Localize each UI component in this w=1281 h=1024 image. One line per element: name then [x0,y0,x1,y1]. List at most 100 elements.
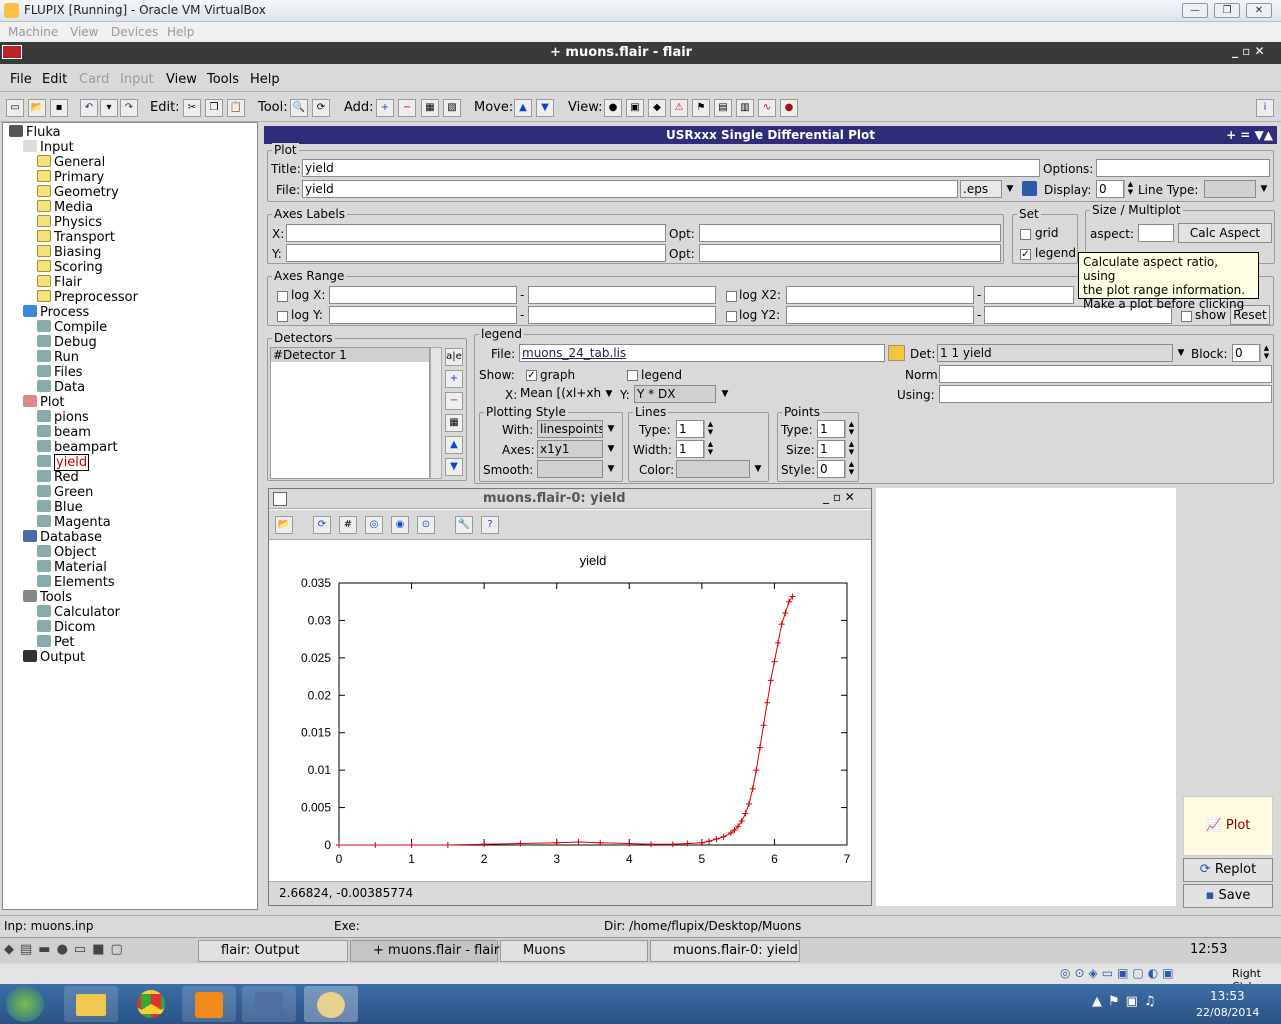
menu-view[interactable]: View [166,72,197,87]
with-dropdown-icon[interactable]: ▼ [604,420,618,438]
virtualbox-taskbar-icon[interactable] [242,986,296,1022]
save-button[interactable]: ▪ Save [1183,884,1273,908]
ylabel-input[interactable] [286,244,666,262]
host-menu-machine[interactable]: Machine [8,25,58,39]
zoom-fit-icon[interactable]: ⊙ [417,516,435,534]
save-icon[interactable]: ▪ [50,99,68,117]
y-expr-dropdown-icon[interactable]: ▼ [718,385,732,403]
point-size-spinner[interactable]: ▲ ▼ [845,440,857,458]
using-input[interactable] [939,385,1272,403]
undo-icon[interactable]: ↶ [80,99,98,117]
options-input[interactable] [1096,159,1270,177]
y-expr-select[interactable]: Y * DX [634,385,716,403]
undo-list-icon[interactable]: ▾ [100,99,118,117]
alpha-icon[interactable]: a|e [445,348,463,366]
clone-detector-icon[interactable]: ▦ [445,414,463,432]
restore-button[interactable]: ❐ [1214,3,1240,18]
axes-select[interactable]: x1y1 [537,440,603,458]
tree-item-plot[interactable]: Plot [23,395,65,410]
ymax-input[interactable] [528,306,716,324]
extension-dropdown-icon[interactable]: ▼ [1003,180,1017,198]
tree-item-input[interactable]: Input [23,140,74,155]
view-document-icon[interactable]: ▤ [714,99,732,117]
replot-button[interactable]: ⟳ Replot [1183,858,1273,882]
tree-item-general[interactable]: General [37,155,105,170]
logy-checkbox[interactable] [277,311,288,322]
display-spinner[interactable]: ▲ ▼ [1124,180,1136,198]
tree-item-media[interactable]: Media [37,200,93,215]
tree-item-transport[interactable]: Transport [37,230,115,245]
flair-window-controls[interactable]: _ ▫ ✕ [1232,44,1265,58]
tree-item-debug[interactable]: Debug [37,335,97,350]
tree-item-physics[interactable]: Physics [37,215,102,230]
logy2-checkbox[interactable] [726,311,737,322]
remove-icon[interactable]: − [398,99,416,117]
zoom-out-icon[interactable]: ◎ [365,516,383,534]
line-color-select[interactable] [676,460,750,478]
open-plot-icon[interactable]: 📂 [275,516,293,534]
tree-item-geometry[interactable]: Geometry [37,185,119,200]
tree-item-tools[interactable]: Tools [23,590,72,605]
tree-item-data[interactable]: Data [37,380,85,395]
legend-checkbox[interactable]: ✓ [1020,249,1031,260]
axes-dropdown-icon[interactable]: ▼ [604,440,618,458]
cut-icon[interactable]: ✂ [183,99,201,117]
menu-help[interactable]: Help [250,72,280,87]
tree-item-preprocessor[interactable]: Preprocessor [37,290,138,305]
point-type-input[interactable]: 1 [817,420,845,438]
task-flair-output[interactable]: flair: Output [198,940,348,962]
tree-item-object[interactable]: Object [37,545,96,560]
clear-icon[interactable]: ▧ [443,99,461,117]
graph-checkbox[interactable]: ✓ [526,370,537,381]
task-muons-folder[interactable]: Muons [500,940,648,962]
extension-select[interactable]: .eps [960,180,1002,198]
point-type-spinner[interactable]: ▲ ▼ [845,420,857,438]
plot-file-input[interactable]: yield [302,180,958,198]
detector-item[interactable]: #Detector 1 [271,348,429,362]
view-geometry-icon[interactable]: ◆ [648,99,666,117]
tree-item-pions[interactable]: pions [37,410,89,425]
view-warning-icon[interactable]: ⚠ [670,99,688,117]
block-input[interactable]: 0 [1232,344,1260,362]
detectors-scrollbar[interactable] [430,347,442,479]
plot-window-controls[interactable]: _ ▫ ✕ [823,490,855,504]
tree-item-beampart[interactable]: beampart [37,440,118,455]
view-plot-icon[interactable]: ∿ [758,99,776,117]
tree-item-red[interactable]: Red [37,470,79,485]
with-select[interactable]: linespoints [537,420,603,438]
search-icon[interactable]: 🔍 [290,99,308,117]
menu-file[interactable]: File [10,72,32,87]
plot-button[interactable]: 📈 Plot [1183,796,1273,856]
open-icon[interactable]: 📂 [28,99,46,117]
refresh-icon[interactable]: ⟳ [313,516,331,534]
quicklaunch-icons[interactable]: ◆▤▬●▭■▢ [4,942,194,960]
save-plot-icon[interactable] [1022,181,1037,196]
tray-icons[interactable]: ▲⚑▣♫ [1092,994,1162,1009]
smooth-select[interactable] [537,460,603,478]
paste-icon[interactable]: 📋 [227,99,245,117]
outlook-icon[interactable] [182,986,236,1022]
x-expr-select[interactable]: Mean [(xl+xh [518,385,602,403]
display-input[interactable]: 0 [1096,180,1124,198]
show-checkbox[interactable] [1181,311,1192,322]
tree-item-yield[interactable]: yield [37,454,90,471]
det-dropdown-icon[interactable]: ▼ [1174,344,1188,362]
line-type-spinner[interactable]: ▲ ▼ [704,420,716,438]
detector-down-icon[interactable]: ▼ [445,458,463,476]
tree-item-material[interactable]: Material [37,560,107,575]
x-expr-dropdown-icon[interactable]: ▼ [602,385,616,403]
view-cards-icon[interactable]: ▣ [626,99,644,117]
smooth-dropdown-icon[interactable]: ▼ [604,460,618,478]
info-icon[interactable]: i [1256,99,1274,117]
chrome-icon[interactable] [124,986,178,1022]
calc-aspect-button[interactable]: Calc Aspect [1178,223,1272,243]
close-button[interactable]: ✕ [1246,3,1272,18]
tree-item-files[interactable]: Files [37,365,83,380]
block-spinner[interactable]: ▲ ▼ [1260,344,1272,362]
y2min-input[interactable] [786,306,974,324]
task-plot-window[interactable]: muons.flair-0: yield [650,940,800,962]
point-size-input[interactable]: 1 [817,440,845,458]
logx2-checkbox[interactable] [726,291,737,302]
tree-item-pet[interactable]: Pet [37,635,74,650]
remove-detector-icon[interactable]: − [445,392,463,410]
